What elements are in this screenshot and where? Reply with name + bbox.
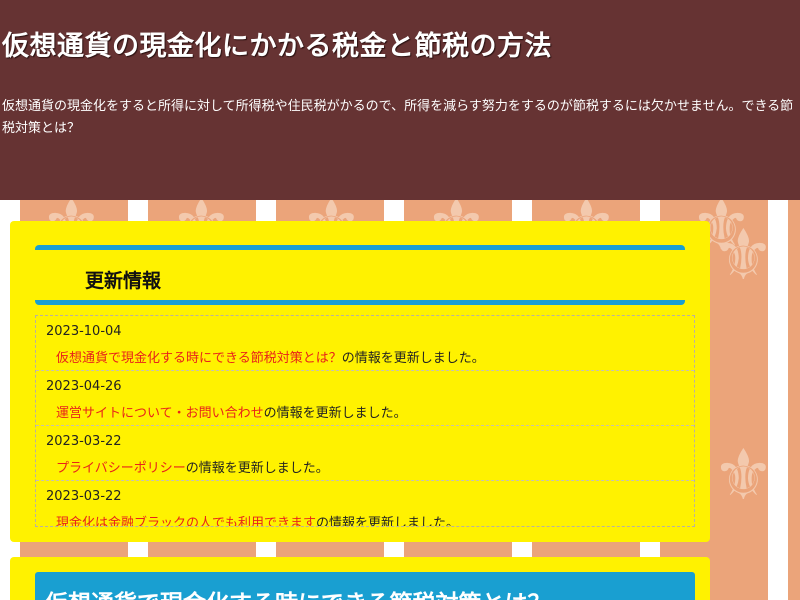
update-text: プライバシーポリシーの情報を更新しました。 (56, 457, 329, 476)
list-item: 2023-04-26 運営サイトについて・お問い合わせの情報を更新しました。 (36, 371, 694, 426)
update-link[interactable]: 運営サイトについて・お問い合わせ (56, 406, 264, 421)
list-item: 2023-10-04 仮想通貨で現金化する時にできる節税対策とは？の情報を更新し… (36, 316, 694, 371)
update-suffix: の情報を更新しました。 (316, 516, 460, 527)
list-item: 2023-03-22 プライバシーポリシーの情報を更新しました。 (36, 426, 694, 481)
update-text: 現金化は金融ブラックの人でも利用できますの情報を更新しました。 (56, 512, 460, 527)
fleur-de-lis-icon: ⚜ (712, 434, 775, 516)
updates-heading: 更新情報 (35, 245, 685, 305)
article-heading: 仮想通貨で現金化する時にできる節税対策とは？ (35, 572, 695, 600)
update-suffix: の情報を更新しました。 (185, 461, 329, 476)
update-text: 仮想通貨で現金化する時にできる節税対策とは？の情報を更新しました。 (56, 347, 485, 366)
update-date: 2023-03-22 (46, 434, 122, 449)
updates-list: 2023-10-04 仮想通貨で現金化する時にできる節税対策とは？の情報を更新し… (35, 315, 695, 527)
site-header: 仮想通貨の現金化にかかる税金と節税の方法 仮想通貨の現金化をすると所得に対して所… (0, 0, 800, 200)
update-suffix: の情報を更新しました。 (341, 351, 485, 366)
update-link[interactable]: プライバシーポリシー (56, 461, 186, 476)
update-link[interactable]: 現金化は金融ブラックの人でも利用できます (56, 516, 316, 526)
update-text: 運営サイトについて・お問い合わせの情報を更新しました。 (56, 402, 407, 421)
article-panel: 仮想通貨で現金化する時にできる節税対策とは？ (10, 557, 710, 600)
site-description: 仮想通貨の現金化をすると所得に対して所得税や住民税がかるので、所得を減らす努力を… (2, 99, 794, 136)
updates-heading-text: 更新情報 (85, 270, 162, 292)
update-suffix: の情報を更新しました。 (263, 406, 407, 421)
update-date: 2023-10-04 (46, 324, 122, 339)
article-heading-text[interactable]: 仮想通貨で現金化する時にできる節税対策とは？ (45, 584, 551, 600)
update-date: 2023-03-22 (46, 489, 122, 504)
fleur-de-lis-icon: ⚜ (712, 214, 775, 296)
site-title[interactable]: 仮想通貨の現金化にかかる税金と節税の方法 (2, 24, 552, 63)
update-link[interactable]: 仮想通貨で現金化する時にできる節税対策とは？ (56, 351, 342, 366)
update-date: 2023-04-26 (46, 379, 122, 394)
list-item: 2023-03-22 現金化は金融ブラックの人でも利用できますの情報を更新しまし… (36, 481, 694, 527)
